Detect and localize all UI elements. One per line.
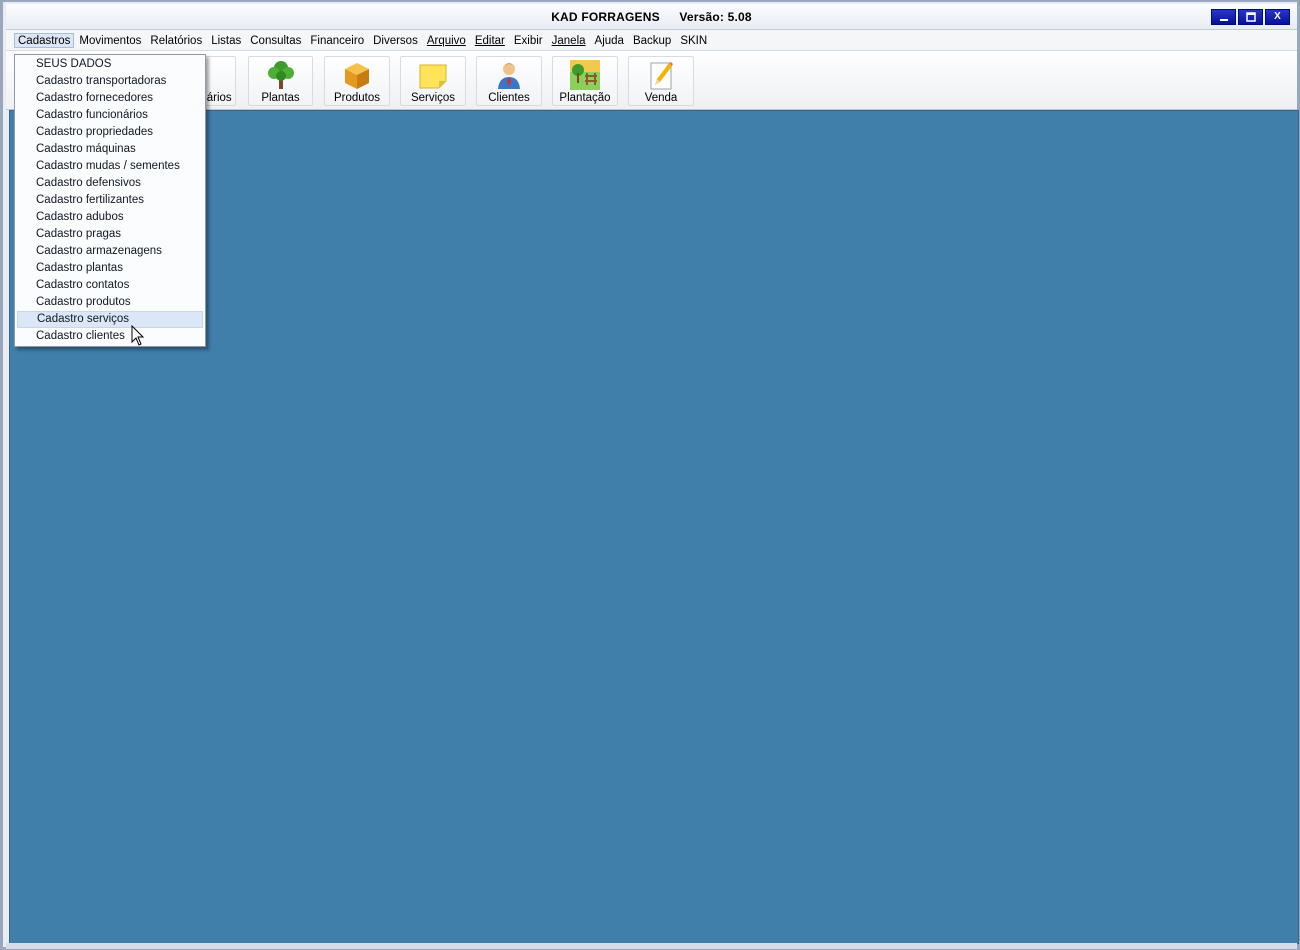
menu-backup[interactable]: Backup	[629, 33, 675, 48]
toolbar-button-label: Plantação	[559, 92, 611, 104]
title-bar[interactable]: KAD FORRAGENS Versão: 5.08 X	[6, 4, 1297, 30]
menu-diversos[interactable]: Diversos	[369, 33, 422, 48]
pencil-icon	[650, 62, 673, 90]
menu-arquivo[interactable]: Arquivo	[423, 33, 470, 48]
toolbar-button-plantas[interactable]: Plantas	[248, 56, 313, 106]
mouse-cursor-icon	[131, 325, 145, 346]
menu-item-defensivos[interactable]: Cadastro defensivos	[17, 175, 203, 192]
close-icon: X	[1274, 11, 1281, 22]
farm-icon	[570, 60, 600, 90]
menu-financeiro[interactable]: Financeiro	[306, 33, 368, 48]
menu-item-propriedades[interactable]: Cadastro propriedades	[17, 124, 203, 141]
sticky-note-icon	[419, 64, 447, 89]
menu-item-maquinas[interactable]: Cadastro máquinas	[17, 141, 203, 158]
menu-relatorios[interactable]: Relatórios	[146, 33, 206, 48]
toolbar-button-label: Venda	[644, 92, 678, 104]
menu-item-mudas-sementes[interactable]: Cadastro mudas / sementes	[17, 158, 203, 175]
toolbar-button-label: Produtos	[333, 92, 381, 104]
menu-consultas[interactable]: Consultas	[246, 33, 305, 48]
menu-item-armazenagens[interactable]: Cadastro armazenagens	[17, 243, 203, 260]
menu-skin[interactable]: SKIN	[676, 33, 711, 48]
toolbar-button-label: Plantas	[261, 92, 300, 104]
toolbar-button-clientes[interactable]: Clientes	[476, 56, 542, 106]
menu-item-fertilizantes[interactable]: Cadastro fertilizantes	[17, 192, 203, 209]
toolbar-button-plantacao[interactable]: Plantação	[552, 56, 618, 106]
close-button[interactable]: X	[1265, 9, 1290, 25]
toolbar-button-venda[interactable]: Venda	[628, 56, 694, 106]
menu-listas[interactable]: Listas	[207, 33, 245, 48]
menu-item-clientes[interactable]: Cadastro clientes	[17, 328, 203, 345]
menu-item-seus-dados[interactable]: SEUS DADOS	[17, 56, 203, 73]
window-controls: X	[1211, 9, 1290, 25]
app-version: Versão: 5.08	[679, 10, 752, 24]
menu-item-pragas[interactable]: Cadastro pragas	[17, 226, 203, 243]
app-window: KAD FORRAGENS Versão: 5.08 X Cadastros M…	[0, 0, 1300, 950]
toolbar-button-produtos[interactable]: Produtos	[324, 56, 390, 106]
menu-item-fornecedores[interactable]: Cadastro fornecedores	[17, 90, 203, 107]
menu-bar: Cadastros Movimentos Relatórios Listas C…	[6, 30, 1297, 51]
box-icon	[345, 63, 369, 89]
menu-item-servicos[interactable]: Cadastro serviços	[17, 311, 203, 328]
toolbar-button-label: Serviços	[410, 92, 456, 104]
menu-exibir[interactable]: Exibir	[510, 33, 547, 48]
minimize-button[interactable]	[1211, 9, 1236, 25]
toolbar-button-label: Clientes	[488, 92, 530, 104]
menu-item-plantas[interactable]: Cadastro plantas	[17, 260, 203, 277]
menu-item-adubos[interactable]: Cadastro adubos	[17, 209, 203, 226]
maximize-icon	[1245, 12, 1256, 22]
menu-movimentos[interactable]: Movimentos	[75, 33, 145, 48]
menu-item-transportadoras[interactable]: Cadastro transportadoras	[17, 73, 203, 90]
menu-item-contatos[interactable]: Cadastro contatos	[17, 277, 203, 294]
minimize-icon	[1219, 19, 1228, 21]
menu-item-produtos[interactable]: Cadastro produtos	[17, 294, 203, 311]
toolbar-button-servicos[interactable]: Serviços	[400, 56, 466, 106]
menu-item-funcionarios[interactable]: Cadastro funcionários	[17, 107, 203, 124]
app-name: KAD FORRAGENS	[551, 10, 660, 24]
menu-janela[interactable]: Janela	[548, 33, 590, 48]
menu-ajuda[interactable]: Ajuda	[591, 33, 628, 48]
window-title: KAD FORRAGENS Versão: 5.08	[6, 10, 1297, 24]
cadastros-dropdown-menu: SEUS DADOS Cadastro transportadoras Cada…	[14, 54, 206, 347]
menu-cadastros[interactable]: Cadastros	[14, 32, 75, 48]
menu-editar[interactable]: Editar	[471, 33, 509, 48]
status-bar	[6, 943, 1297, 949]
tree-icon	[267, 61, 294, 89]
person-icon	[498, 63, 520, 89]
maximize-button[interactable]	[1238, 9, 1263, 25]
